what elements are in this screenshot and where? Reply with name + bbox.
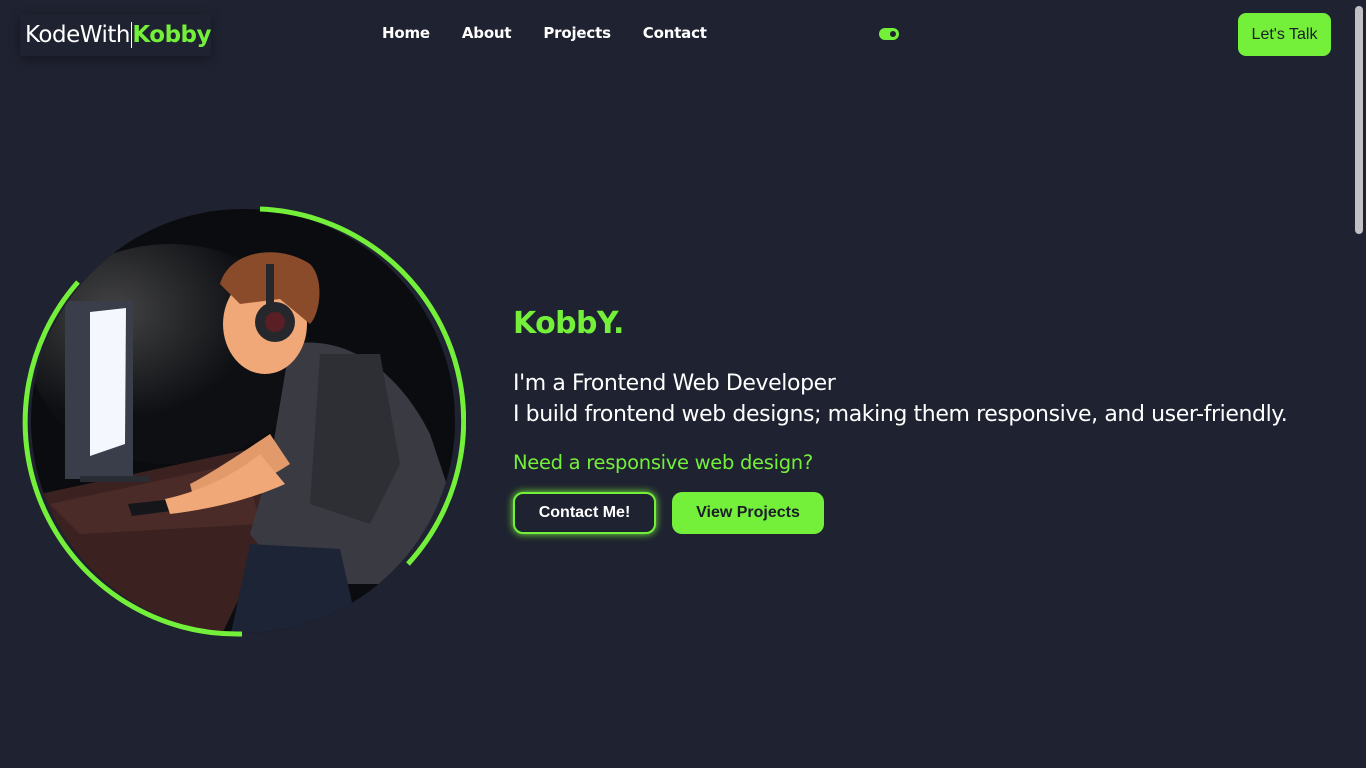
lets-talk-button[interactable]: Let's Talk — [1238, 13, 1331, 56]
page: KodeWith Kobby Home About Projects Contac… — [0, 0, 1366, 768]
hero-content: KobbY. I'm a Frontend Web Developer I bu… — [513, 306, 1353, 534]
hero-description: I build frontend web designs; making the… — [513, 402, 1288, 427]
view-projects-button[interactable]: View Projects — [672, 492, 824, 534]
nav-link-contact[interactable]: Contact — [643, 24, 707, 42]
logo[interactable]: KodeWith Kobby — [20, 14, 211, 56]
hero-question: Need a responsive web design? — [513, 451, 813, 474]
hero-role: I'm a Frontend Web Developer — [513, 371, 836, 396]
nav-link-about[interactable]: About — [462, 24, 512, 42]
logo-prefix: KodeWith — [25, 22, 130, 48]
main-nav: Home About Projects Contact — [382, 24, 707, 42]
toggle-switch-icon[interactable] — [879, 28, 899, 40]
contact-me-button[interactable]: Contact Me! — [513, 492, 656, 534]
toggle-knob — [890, 31, 896, 37]
nav-link-projects[interactable]: Projects — [543, 24, 611, 42]
hero-avatar — [20, 204, 466, 638]
scrollbar[interactable] — [1351, 0, 1366, 768]
scrollbar-thumb[interactable] — [1355, 6, 1363, 234]
logo-accent: Kobby — [132, 22, 211, 48]
developer-illustration — [22, 206, 466, 637]
hero-name: KobbY. — [513, 306, 624, 341]
hero-buttons: Contact Me! View Projects — [513, 492, 1353, 534]
nav-link-home[interactable]: Home — [382, 24, 430, 42]
